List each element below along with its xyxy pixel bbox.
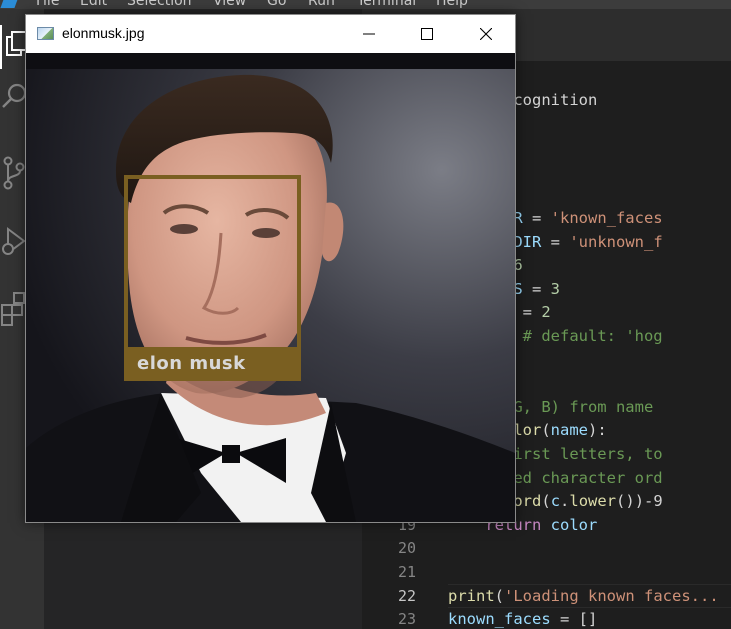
code-token: # default: 'hog	[504, 327, 663, 345]
image-file-icon	[37, 27, 54, 40]
close-icon	[480, 28, 492, 40]
code-token: =	[541, 232, 570, 251]
photo-canvas: elon musk	[26, 53, 515, 522]
face-label-band: elon musk	[124, 350, 301, 381]
line-number: 23	[397, 610, 416, 629]
menu-go[interactable]: Go	[267, 0, 286, 9]
vscode-logo-icon	[0, 0, 20, 8]
maximize-icon	[421, 28, 433, 40]
code-token: (	[494, 586, 505, 605]
code-token: = []	[550, 610, 598, 629]
menu-bar: File Edit Selection View Go Run Terminal…	[0, 0, 731, 9]
line-number: 21	[397, 563, 416, 581]
code-line[interactable]: 20	[362, 536, 731, 560]
code-token: known_faces	[448, 610, 551, 629]
code-token: c	[550, 492, 561, 511]
code-token: 'Loading known faces...	[504, 586, 719, 605]
line-number: 20	[397, 539, 416, 558]
minimize-icon	[363, 33, 375, 35]
line-number: 22	[397, 586, 416, 605]
code-token: 'known_faces	[550, 209, 663, 227]
code-token: name	[550, 421, 588, 440]
window-titlebar[interactable]: elonmusk.jpg	[26, 15, 515, 53]
menu-selection[interactable]: Selection	[127, 0, 192, 9]
menu-run[interactable]: Run	[308, 0, 335, 9]
code-token: (	[541, 492, 551, 511]
minimize-button[interactable]	[340, 15, 398, 53]
code-token: ord	[513, 492, 542, 511]
code-token: .	[560, 492, 570, 511]
code-token: color	[541, 515, 598, 534]
code-token: 2	[541, 303, 551, 322]
face-bounding-box	[124, 175, 301, 351]
menu-view[interactable]: View	[213, 0, 246, 9]
close-button[interactable]	[457, 15, 515, 53]
code-token: lower	[569, 492, 617, 511]
maximize-button[interactable]	[398, 15, 456, 53]
code-token: 3	[550, 279, 560, 298]
code-token: print	[448, 586, 495, 605]
code-token: 'unknown_f	[569, 232, 663, 251]
code-text: print('Loading known faces...	[448, 584, 719, 608]
code-token: =	[522, 209, 551, 227]
code-token: ):	[588, 421, 607, 440]
menu-help[interactable]: Help	[436, 0, 468, 9]
code-text: known_faces = []	[448, 607, 597, 629]
menu-edit[interactable]: Edit	[80, 0, 107, 9]
code-token: (	[541, 421, 551, 440]
image-viewer-window: elonmusk.jpg elon musk	[25, 14, 516, 523]
code-token: ())-9	[616, 492, 663, 511]
code-token: =	[513, 303, 542, 322]
code-line[interactable]: 21	[362, 560, 731, 584]
menu-file[interactable]: File	[36, 0, 59, 9]
window-title: elonmusk.jpg	[62, 25, 145, 41]
code-token: =	[522, 279, 551, 298]
code-line[interactable]: 22 print('Loading known faces...	[362, 583, 731, 608]
code-line[interactable]: 23 known_faces = []	[362, 607, 731, 629]
menu-terminal[interactable]: Terminal	[357, 0, 416, 9]
face-name-label: elon musk	[137, 353, 246, 374]
